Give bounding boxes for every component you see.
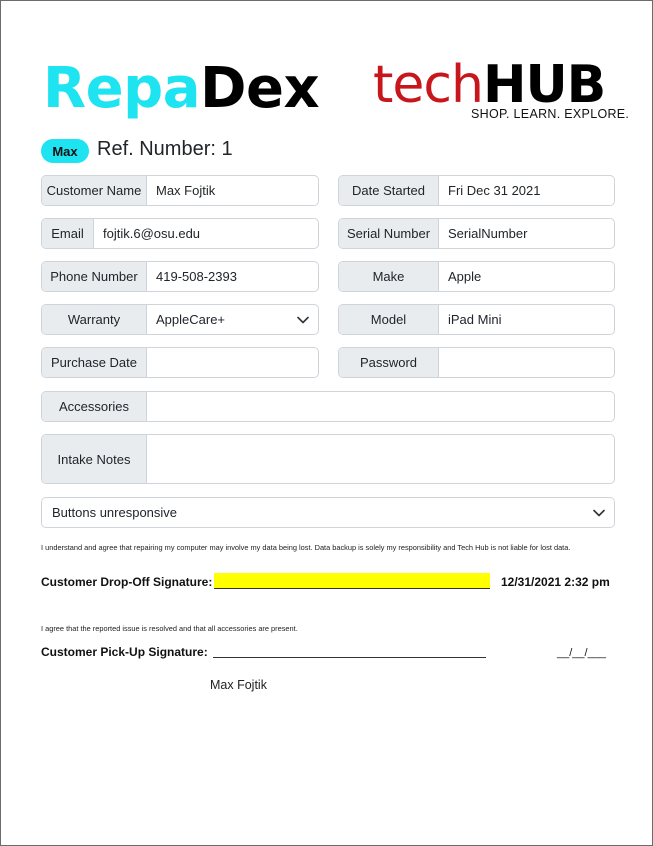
purchase-date-label: Purchase Date: [42, 348, 147, 377]
warranty-label: Warranty: [42, 305, 147, 334]
warranty-select[interactable]: AppleCare+: [147, 305, 288, 334]
intake-notes-textarea[interactable]: [147, 435, 614, 483]
pickup-date: __/__/___: [557, 647, 606, 659]
date-started-label: Date Started: [339, 176, 439, 205]
email-input[interactable]: fojtik.6@osu.edu: [94, 219, 318, 248]
issue-select-value: Buttons unresponsive: [52, 505, 178, 520]
accessories-group: Accessories: [41, 391, 615, 422]
serial-number-group: Serial Number SerialNumber: [338, 218, 615, 249]
phone-number-input[interactable]: 419-508-2393: [147, 262, 318, 291]
pickup-disclaimer: I agree that the reported issue is resol…: [41, 624, 298, 633]
repadex-logo: RepaDex: [43, 56, 320, 121]
customer-name-input[interactable]: Max Fojtik: [147, 176, 318, 205]
password-label: Password: [339, 348, 439, 377]
issue-select[interactable]: Buttons unresponsive: [41, 497, 615, 528]
make-input[interactable]: Apple: [439, 262, 614, 291]
serial-number-input[interactable]: SerialNumber: [439, 219, 614, 248]
intake-notes-label: Intake Notes: [42, 435, 147, 483]
email-group: Email fojtik.6@osu.edu: [41, 218, 319, 249]
dropoff-signature-field[interactable]: [214, 573, 490, 589]
accessories-label: Accessories: [42, 392, 147, 421]
customer-printed-name: Max Fojtik: [210, 678, 267, 692]
email-label: Email: [42, 219, 94, 248]
warranty-group: Warranty AppleCare+: [41, 304, 319, 335]
model-input[interactable]: iPad Mini: [439, 305, 614, 334]
model-group: Model iPad Mini: [338, 304, 615, 335]
purchase-date-input[interactable]: [147, 348, 318, 377]
pickup-signature-field[interactable]: [213, 642, 486, 658]
model-label: Model: [339, 305, 439, 334]
techhub-tagline: SHOP. LEARN. EXPLORE.: [471, 107, 630, 121]
chevron-down-icon[interactable]: [584, 498, 614, 527]
user-badge: Max: [41, 139, 89, 163]
phone-number-label: Phone Number: [42, 262, 147, 291]
phone-number-group: Phone Number 419-508-2393: [41, 261, 319, 292]
serial-number-label: Serial Number: [339, 219, 439, 248]
dropoff-signature-label: Customer Drop-Off Signature:: [41, 575, 213, 589]
ref-number: Ref. Number: 1: [97, 138, 233, 160]
purchase-date-group: Purchase Date: [41, 347, 319, 378]
pickup-signature-label: Customer Pick-Up Signature:: [41, 645, 208, 659]
dropoff-disclaimer: I understand and agree that repairing my…: [41, 543, 571, 552]
accessories-input[interactable]: [147, 392, 614, 421]
date-started-input[interactable]: Fri Dec 31 2021: [439, 176, 614, 205]
make-group: Make Apple: [338, 261, 615, 292]
dropoff-date: 12/31/2021 2:32 pm: [501, 575, 610, 589]
intake-notes-group: Intake Notes: [41, 434, 615, 484]
date-started-group: Date Started Fri Dec 31 2021: [338, 175, 615, 206]
intake-form-page: RepaDex techHUB SHOP. LEARN. EXPLORE. Ma…: [0, 0, 653, 846]
password-input[interactable]: [439, 348, 614, 377]
make-label: Make: [339, 262, 439, 291]
customer-name-group: Customer Name Max Fojtik: [41, 175, 319, 206]
customer-name-label: Customer Name: [42, 176, 147, 205]
chevron-down-icon[interactable]: [288, 305, 318, 334]
password-group: Password: [338, 347, 615, 378]
